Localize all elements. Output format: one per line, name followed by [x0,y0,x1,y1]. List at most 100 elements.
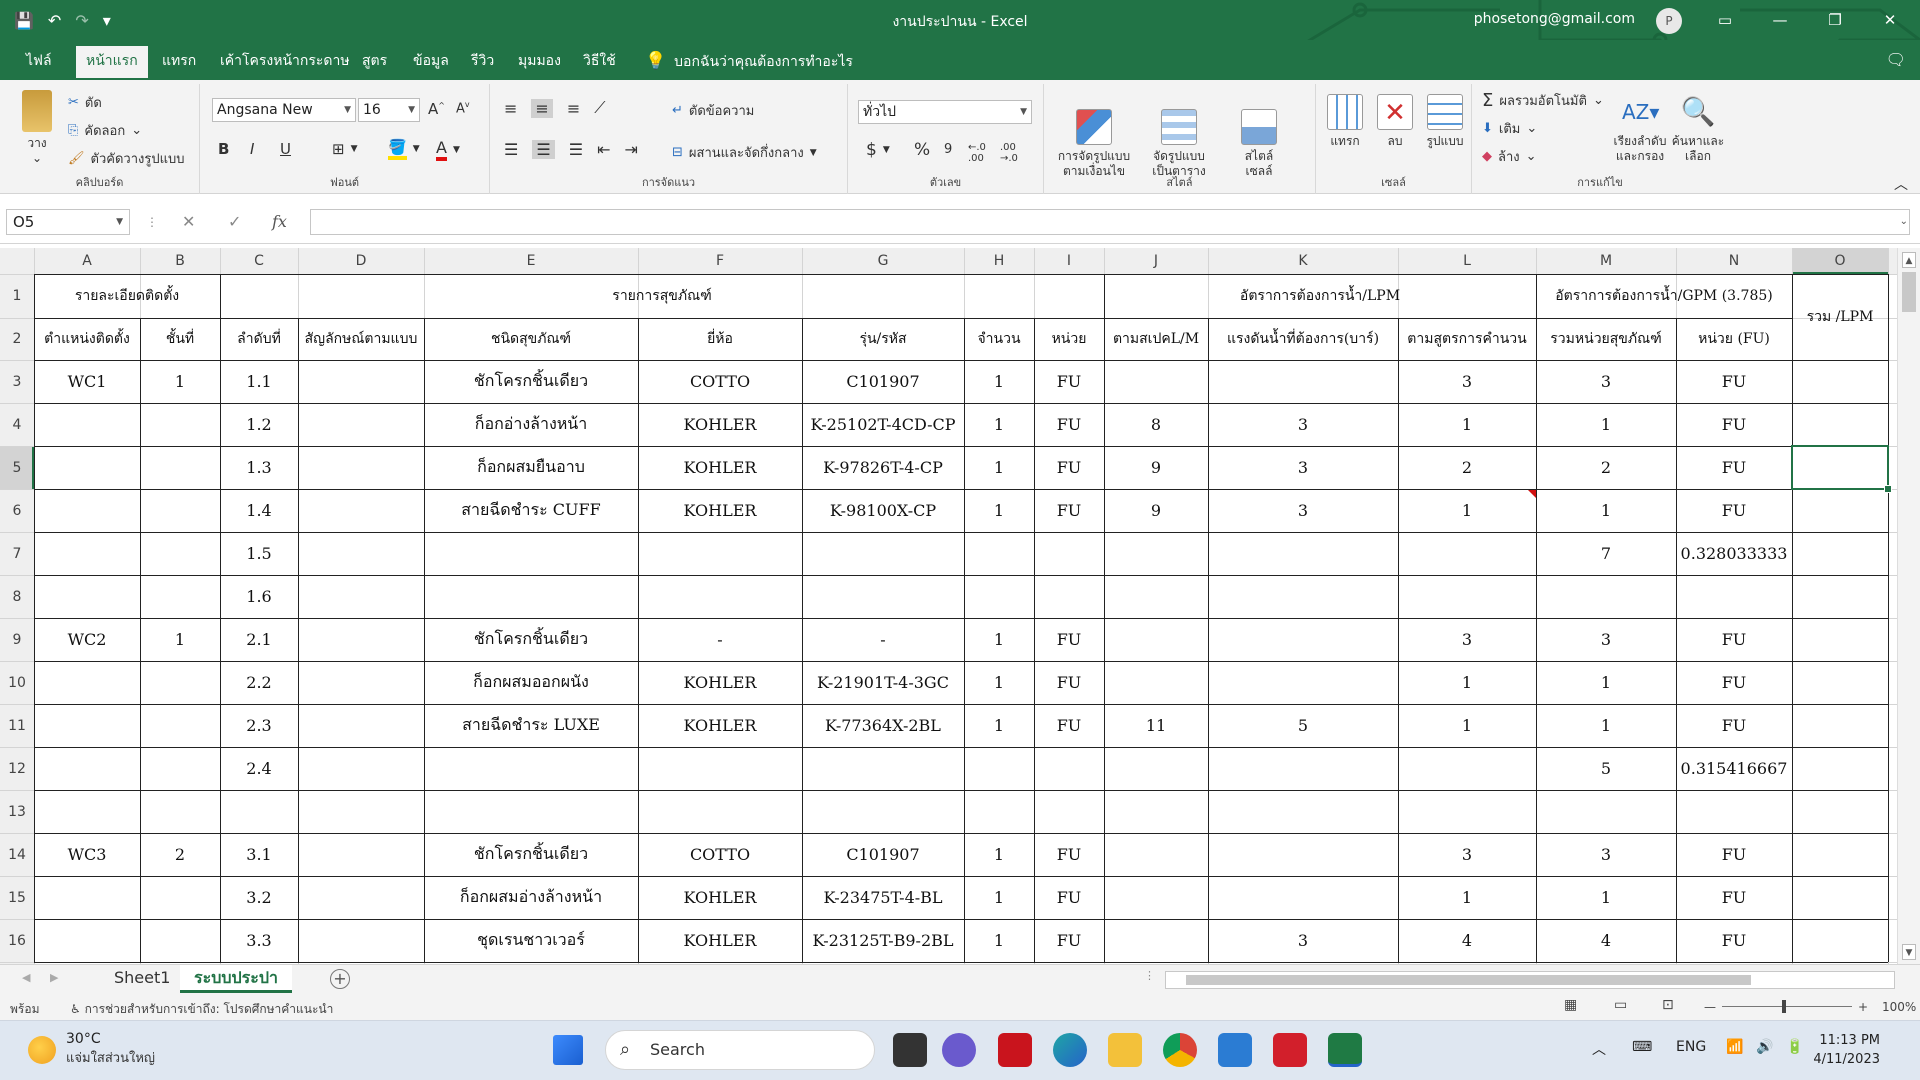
zoom-in-icon[interactable]: + [1858,1000,1868,1014]
autocad-icon[interactable] [1273,1033,1307,1067]
column-title[interactable]: ชั้นที่ [140,318,220,360]
cell-f7[interactable] [638,532,802,575]
column-header[interactable]: D [298,248,424,274]
cell-c11[interactable]: 2.3 [220,704,298,747]
cell-b10[interactable] [140,661,220,704]
cell-a13[interactable] [34,790,140,833]
volume-icon[interactable]: 🔊 [1756,1039,1773,1055]
cell-j10[interactable] [1104,661,1208,704]
cell-c15[interactable]: 3.2 [220,876,298,919]
cell-i6[interactable]: FU [1034,489,1104,532]
row-header[interactable]: 13 [0,790,34,833]
edge-icon[interactable] [1053,1033,1087,1067]
column-title[interactable]: รุ่น/รหัส [802,318,964,360]
cell-k3[interactable] [1208,360,1398,403]
cell-e13[interactable] [424,790,638,833]
cell-j14[interactable] [1104,833,1208,876]
cell-a6[interactable] [34,489,140,532]
chrome-icon[interactable] [1163,1033,1197,1067]
row-header[interactable]: 12 [0,747,34,790]
cell-m12[interactable]: 5 [1536,747,1676,790]
cell-styles-button[interactable]: สไตล์ เซลล์ [1226,94,1292,179]
cell-n5[interactable]: FU [1676,446,1792,489]
tray-overflow-icon[interactable]: ︿ [1592,1039,1606,1059]
column-header[interactable]: M [1536,248,1676,274]
cell-j9[interactable] [1104,618,1208,661]
cell-i4[interactable]: FU [1034,403,1104,446]
cell-f10[interactable]: KOHLER [638,661,802,704]
cell-n16[interactable]: FU [1676,919,1792,962]
cell-n13[interactable] [1676,790,1792,833]
cell-m10[interactable]: 1 [1536,661,1676,704]
cell-l6[interactable]: 1 [1398,489,1536,532]
cell-f16[interactable]: KOHLER [638,919,802,962]
comma-button[interactable]: 9 [944,142,952,157]
cell-o3[interactable] [1792,360,1888,403]
cell-h13[interactable] [964,790,1034,833]
cell-d12[interactable] [298,747,424,790]
cell-f6[interactable]: KOHLER [638,489,802,532]
font-color-button[interactable]: A ▼ [436,138,460,161]
autosum-button[interactable]: Σ ผลรวมอัตโนมัติ ⌄ [1482,90,1604,111]
cell-j6[interactable]: 9 [1104,489,1208,532]
cell-e7[interactable] [424,532,638,575]
formula-input[interactable] [310,209,1910,235]
mail-icon[interactable] [1218,1033,1252,1067]
sort-filter-button[interactable]: AZ▾ เรียงลำดับ และกรอง [1612,94,1668,164]
cell-f8[interactable] [638,575,802,618]
row-header[interactable]: 2 [0,318,34,360]
cell-o10[interactable] [1792,661,1888,704]
cell-n10[interactable]: FU [1676,661,1792,704]
decrease-indent-icon[interactable]: ⇤ [597,140,610,159]
cell-a16[interactable] [34,919,140,962]
cell-g15[interactable]: K-23475T-4-BL [802,876,964,919]
cell-k7[interactable] [1208,532,1398,575]
cell-e11[interactable]: สายฉีดชำระ LUXE [424,704,638,747]
column-title[interactable]: แรงดันน้ำที่ต้องการ(บาร์) [1208,318,1398,360]
vertical-scroll-thumb[interactable] [1902,272,1916,312]
split-handle-icon[interactable]: ⋮ [1144,969,1155,982]
cell-l3[interactable]: 3 [1398,360,1536,403]
select-all-corner[interactable] [0,248,34,274]
tab-help[interactable]: วิธีใช้ [573,46,626,80]
cell-o7[interactable] [1792,532,1888,575]
cell-k4[interactable]: 3 [1208,403,1398,446]
cell-d11[interactable] [298,704,424,747]
column-title[interactable]: ยี่ห้อ [638,318,802,360]
cell-a7[interactable] [34,532,140,575]
cell-n7[interactable]: 0.328033333 [1676,532,1792,575]
column-header[interactable]: B [140,248,220,274]
comments-icon[interactable]: 🗨 [1886,50,1906,69]
cell-n12[interactable]: 0.315416667 [1676,747,1792,790]
format-cells-button[interactable]: รูปแบบ [1422,94,1468,149]
column-title[interactable]: ตามสเปคL/M [1104,318,1208,360]
cell-a9[interactable]: WC2 [34,618,140,661]
cell-m8[interactable] [1536,575,1676,618]
cell-g4[interactable]: K-25102T-4CD-CP [802,403,964,446]
cell-n15[interactable]: FU [1676,876,1792,919]
vertical-scrollbar[interactable]: ▲ ▼ [1897,248,1920,964]
cell-d8[interactable] [298,575,424,618]
cell-f12[interactable] [638,747,802,790]
cell-n11[interactable]: FU [1676,704,1792,747]
zoom-level[interactable]: 100% [1882,1000,1916,1014]
wifi-icon[interactable]: 📶 [1726,1039,1743,1055]
cell-o9[interactable] [1792,618,1888,661]
cell-l5[interactable]: 2 [1398,446,1536,489]
cell-g12[interactable] [802,747,964,790]
accessibility-status[interactable]: ♿ การช่วยสำหรับการเข้าถึง: โปรดศึกษาคำแน… [70,1000,333,1019]
header-gpm[interactable]: อัตราการต้องการน้ำ/GPM (3.785) [1536,274,1792,318]
cell-e12[interactable] [424,747,638,790]
format-painter-button[interactable]: 🖌 ตัวคัดวางรูปแบบ [68,148,184,169]
cell-f5[interactable]: KOHLER [638,446,802,489]
cell-n14[interactable]: FU [1676,833,1792,876]
cell-k9[interactable] [1208,618,1398,661]
cell-c14[interactable]: 3.1 [220,833,298,876]
cell-k15[interactable] [1208,876,1398,919]
cell-k12[interactable] [1208,747,1398,790]
row-header[interactable]: 10 [0,661,34,704]
scroll-up-icon[interactable]: ▲ [1902,252,1916,268]
tab-insert[interactable]: แทรก [152,46,206,80]
cell-c13[interactable] [220,790,298,833]
cell-b12[interactable] [140,747,220,790]
